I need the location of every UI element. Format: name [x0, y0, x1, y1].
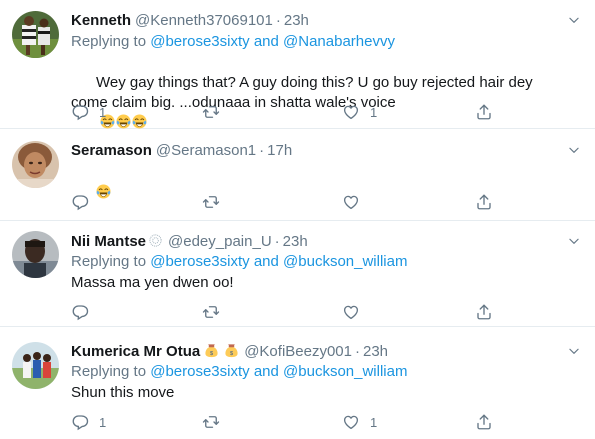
chevron-down-icon[interactable] — [567, 13, 581, 27]
mention-link[interactable]: @buckson_william — [283, 253, 407, 270]
tweet-header: Seramason @Seramason1 · 17h — [71, 142, 293, 159]
tweet-actions: 1 1 — [71, 412, 511, 432]
avatar[interactable] — [12, 11, 59, 58]
user-handle[interactable]: @Seramason1 — [156, 142, 256, 159]
share-button[interactable] — [475, 412, 493, 432]
retweet-button[interactable] — [202, 192, 220, 212]
tweet-actions — [71, 192, 511, 212]
tweet-header: Nii Mantse @edey_pain_U · 23h — [71, 233, 308, 250]
mention-link[interactable]: @berose3sixty — [150, 33, 249, 50]
avatar[interactable] — [12, 231, 59, 278]
reply-count: 1 — [99, 104, 107, 120]
reply-button[interactable]: 1 — [71, 102, 106, 122]
retweet-icon — [202, 303, 220, 321]
retweet-button[interactable] — [202, 302, 220, 322]
tweet-text: Massa ma yen dwen oo! — [71, 274, 234, 291]
share-icon — [475, 413, 493, 431]
replying-to: Replying to @berose3sixty and @Nanabarhe… — [71, 33, 395, 50]
timestamp[interactable]: 17h — [267, 142, 292, 159]
like-icon — [342, 303, 360, 321]
tweet-actions: 1 1 — [71, 102, 511, 122]
mention-and[interactable]: and — [254, 363, 279, 380]
user-handle[interactable]: @edey_pain_U — [168, 233, 272, 250]
chevron-down-icon[interactable] — [567, 143, 581, 157]
like-button[interactable] — [342, 302, 360, 322]
reply-button[interactable]: 1 — [71, 412, 106, 432]
mention-and[interactable]: and — [254, 253, 279, 270]
display-name[interactable]: Kenneth — [71, 12, 131, 29]
tweet[interactable]: Nii Mantse @edey_pain_U · 23h Replying to @… — [0, 221, 595, 327]
tweet-header: Kenneth @Kenneth37069101 · 23h — [71, 12, 309, 29]
like-icon — [342, 103, 360, 121]
replying-to: Replying to @berose3sixty and @buckson_w… — [71, 253, 408, 270]
money-bag-emoji — [204, 343, 219, 358]
share-button[interactable] — [475, 192, 493, 212]
like-count: 1 — [370, 414, 378, 430]
like-icon — [342, 193, 360, 211]
reply-icon — [71, 303, 89, 321]
user-handle[interactable]: @Kenneth37069101 — [135, 12, 273, 29]
mention-link[interactable]: @berose3sixty — [150, 363, 249, 380]
avatar[interactable] — [12, 342, 59, 389]
display-name[interactable]: Seramason — [71, 142, 152, 159]
share-icon — [475, 103, 493, 121]
timestamp[interactable]: 23h — [283, 233, 308, 250]
retweet-icon — [202, 413, 220, 431]
timestamp[interactable]: 23h — [284, 12, 309, 29]
replying-to: Replying to @berose3sixty and @buckson_w… — [71, 363, 408, 380]
mention-and[interactable]: and — [254, 33, 279, 50]
reply-button[interactable] — [71, 192, 89, 212]
reply-button[interactable] — [71, 302, 89, 322]
share-button[interactable] — [475, 102, 493, 122]
like-button[interactable] — [342, 192, 360, 212]
sparkle-emoji — [148, 233, 163, 248]
reply-icon — [71, 103, 89, 121]
like-count: 1 — [370, 104, 378, 120]
tweet[interactable]: Kumerica Mr Otua @KofiBeezy001 · 23h Replyi… — [0, 327, 595, 439]
money-bag-emoji — [224, 343, 239, 358]
mention-link[interactable]: @buckson_william — [283, 363, 407, 380]
share-button[interactable] — [475, 302, 493, 322]
tweet[interactable]: Seramason @Seramason1 · 17h — [0, 129, 595, 221]
mention-link[interactable]: @Nanabarhevvy — [283, 33, 395, 50]
retweet-button[interactable] — [202, 412, 220, 432]
chevron-down-icon[interactable] — [567, 344, 581, 358]
reply-icon — [71, 413, 89, 431]
share-icon — [475, 193, 493, 211]
avatar[interactable] — [12, 141, 59, 188]
mention-link[interactable]: @berose3sixty — [150, 253, 249, 270]
retweet-button[interactable] — [202, 102, 220, 122]
retweet-icon — [202, 103, 220, 121]
share-icon — [475, 303, 493, 321]
display-name[interactable]: Kumerica Mr Otua — [71, 343, 200, 360]
reply-count: 1 — [99, 414, 107, 430]
tweet-text: Shun this move — [71, 384, 175, 401]
reply-icon — [71, 193, 89, 211]
retweet-icon — [202, 193, 220, 211]
like-button[interactable]: 1 — [342, 102, 377, 122]
like-button[interactable]: 1 — [342, 412, 377, 432]
like-icon — [342, 413, 360, 431]
display-name[interactable]: Nii Mantse — [71, 233, 146, 250]
user-handle[interactable]: @KofiBeezy001 — [244, 343, 352, 360]
timestamp[interactable]: 23h — [363, 343, 388, 360]
tweet-actions — [71, 302, 511, 322]
tweet[interactable]: Kenneth @Kenneth37069101 · 23h Replying to … — [0, 0, 595, 129]
tweet-header: Kumerica Mr Otua @KofiBeezy001 · 23h — [71, 343, 389, 360]
chevron-down-icon[interactable] — [567, 234, 581, 248]
